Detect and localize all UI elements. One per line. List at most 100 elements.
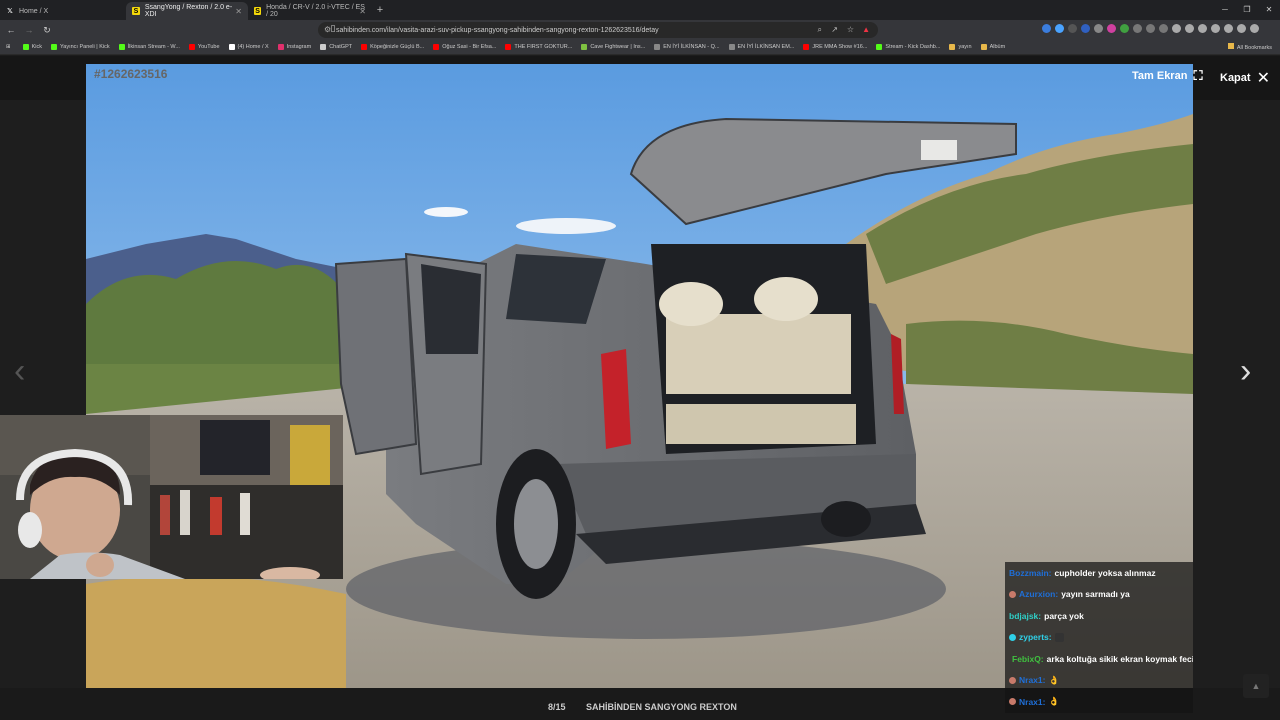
chat-text: yayın sarmadı ya [1061, 589, 1130, 600]
close-tab-icon[interactable]: ✕ [235, 7, 242, 16]
extension-icon[interactable] [1107, 24, 1116, 33]
bookmark-item[interactable]: Oğuz Sasi - Bir Efsa... [433, 44, 496, 50]
scroll-to-top-icon[interactable]: ▲ [1243, 674, 1269, 698]
folder-icon [1227, 43, 1234, 49]
close-tab-icon[interactable]: ✕ [359, 7, 366, 16]
extension-icon[interactable] [1068, 24, 1077, 33]
photo-caption: SAHİBİNDEN SANGYONG REXTON [586, 702, 737, 712]
bookmark-item[interactable]: Stream - Kick Dashb... [876, 44, 940, 50]
all-bookmarks-folder[interactable]: All Bookmarks [1227, 43, 1272, 51]
reload-icon[interactable]: ↻ [40, 25, 54, 36]
chat-text: cupholder yoksa alınmaz [1054, 567, 1156, 578]
extension-icon[interactable] [1185, 24, 1194, 33]
extension-icon[interactable] [1094, 24, 1103, 33]
chat-text: parça yok [1044, 610, 1084, 621]
bookmark-item[interactable]: EN İYİ İLKİNSAN EM... [728, 44, 794, 50]
page-tab-icon[interactable]: ▯ [326, 23, 340, 34]
extension-icon[interactable] [1133, 24, 1142, 33]
photo-counter: 8/15 [548, 702, 566, 712]
extension-icon[interactable] [1146, 24, 1155, 33]
site-icon [728, 44, 735, 50]
bookmark-star-icon[interactable]: ☆ [847, 25, 854, 34]
restore-icon[interactable]: ❐ [1236, 0, 1258, 20]
menu-icon[interactable] [1250, 24, 1259, 33]
bookmark-folder[interactable]: Albüm [980, 44, 1005, 50]
tab-title: Home / X [19, 7, 49, 15]
zoom-icon[interactable]: ⌕ [818, 25, 822, 35]
streamer-webcam-overlay [0, 415, 343, 579]
chat-username: Bozzmain: [1009, 567, 1052, 578]
bookmark-item[interactable]: YouTube [188, 44, 220, 50]
address-bar[interactable]: ⚙ sahibinden.com/ilan/vasita-arazi-suv-p… [318, 22, 878, 38]
chat-message: Nrax1: 👌 [1005, 669, 1193, 691]
tab-home-x[interactable]: 𝕏 Home / X [0, 2, 126, 20]
bookmark-item[interactable]: (4) Home / X [228, 44, 269, 50]
badge-icon [1009, 590, 1016, 598]
close-viewer-button[interactable]: Kapat ✕ [1220, 68, 1270, 88]
browser-tab-strip: 𝕏 Home / X S SsangYong / Rexton / 2.0 e-… [0, 0, 1280, 20]
bookmark-item[interactable]: Kick [22, 44, 42, 50]
extension-icon[interactable] [1081, 24, 1090, 33]
back-icon[interactable]: ← [4, 25, 18, 35]
bookmark-folder[interactable]: yayın [949, 44, 972, 50]
emote-icon [1054, 632, 1064, 642]
youtube-icon [361, 44, 368, 50]
forward-icon[interactable]: → [22, 25, 36, 35]
chat-message: Azurxion: yayın sarmadı ya [1005, 583, 1193, 605]
bookmark-item[interactable]: ChatGPT [320, 44, 352, 50]
stream-chat-overlay: Bozzmain: cupholder yoksa alınmaz Azurxi… [1005, 562, 1193, 713]
bookmark-item[interactable]: Cave Fightwear | Ins... [581, 44, 645, 50]
chat-text: arka koltuğa sikik ekran koymak feci bok [1046, 653, 1193, 664]
chat-text: 👌 [1048, 674, 1060, 685]
extension-icon[interactable] [1198, 24, 1207, 33]
bookmark-item[interactable]: THE FIRST GOKTUR... [505, 44, 572, 50]
folder-icon [949, 44, 956, 50]
close-window-icon[interactable]: ✕ [1258, 0, 1280, 20]
badge-icon [1009, 676, 1016, 684]
site-icon [581, 44, 588, 50]
tab-ssangyong-rexton[interactable]: S SsangYong / Rexton / 2.0 e-XDI ✕ [126, 2, 248, 20]
tab-honda-crv[interactable]: S Honda / CR-V / 2.0 i-VTEC / ES / 20 ✕ [248, 2, 372, 20]
kick-icon [118, 44, 125, 50]
x-logo-icon: 𝕏 [7, 8, 13, 15]
chat-message: zyperts: [1005, 626, 1193, 648]
kick-icon [876, 44, 883, 50]
bookmark-item[interactable]: Instagram [277, 44, 311, 50]
extension-icon[interactable] [1159, 24, 1168, 33]
minimize-icon[interactable]: ─ [1214, 0, 1236, 20]
extensions-bar [1042, 24, 1259, 33]
bookmark-item[interactable]: EN İYİ İLKİNSAN - Q... [654, 44, 720, 50]
bookmark-item[interactable]: İlkinsan Stream - W... [118, 44, 180, 50]
tab-title: SsangYong / Rexton / 2.0 e-XDI [144, 4, 233, 18]
kick-icon [22, 44, 29, 50]
chat-username: bdjajsk: [1009, 610, 1042, 621]
prev-photo-arrow-icon[interactable]: ‹ [14, 352, 25, 391]
new-tab-button[interactable]: + [372, 4, 388, 16]
extension-icon[interactable] [1172, 24, 1181, 33]
share-icon[interactable]: ↗ [831, 25, 838, 34]
next-photo-arrow-icon[interactable]: › [1240, 352, 1251, 391]
chat-message: FebixQ: arka koltuğa sikik ekran koymak … [1005, 648, 1193, 670]
extension-icon[interactable] [1055, 24, 1064, 33]
sahibinden-icon: S [132, 7, 140, 15]
tab-title: Honda / CR-V / 2.0 i-VTEC / ES / 20 [266, 4, 365, 18]
extension-icon[interactable] [1224, 24, 1233, 33]
extension-icon[interactable] [1211, 24, 1220, 33]
screen: 𝕏 Home / X S SsangYong / Rexton / 2.0 e-… [0, 0, 1280, 720]
bookmark-item[interactable]: JRE MMA Show #16... [803, 44, 867, 50]
extension-shield-icon[interactable]: ▲ [862, 25, 870, 34]
badge-icon [1009, 698, 1016, 706]
fullscreen-button[interactable]: Tam Ekran ⛶ [1132, 68, 1203, 84]
extension-icon[interactable] [1237, 24, 1246, 33]
kick-icon [51, 44, 57, 50]
extension-icon[interactable] [1042, 24, 1051, 33]
bookmark-item[interactable]: Yayıncı Paneli | Kick [51, 44, 110, 50]
chat-message: Bozzmain: cupholder yoksa alınmaz [1005, 562, 1193, 584]
chat-text: 👌 [1048, 696, 1060, 707]
site-icon [654, 44, 661, 50]
browser-toolbar: ← → ↻ ⚙ sahibinden.com/ilan/vasita-arazi… [0, 20, 1280, 40]
youtube-icon [188, 44, 195, 50]
extension-icon[interactable] [1120, 24, 1129, 33]
bookmark-item[interactable]: Köpeğinizle Güçlü B... [361, 44, 424, 50]
apps-icon[interactable]: ⊞ [6, 44, 11, 50]
